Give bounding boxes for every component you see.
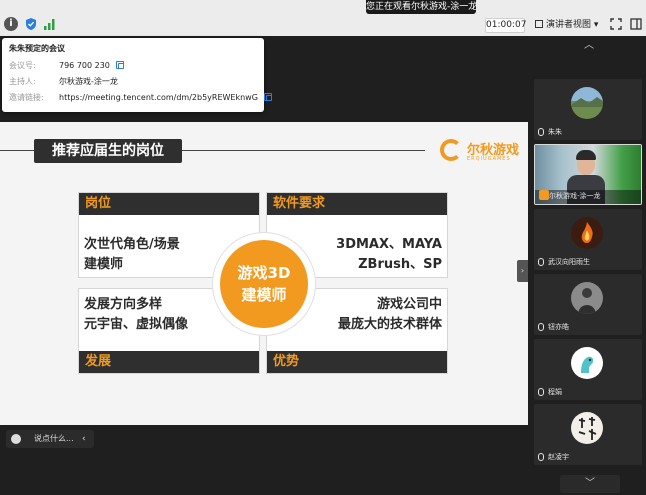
logo-subtitle: ERQIUGAMES: [467, 156, 511, 162]
fullscreen-icon[interactable]: [610, 18, 622, 30]
quadrant-body: 游戏公司中 最庞大的技术群体: [338, 295, 442, 335]
participant-name: 武汉向阳雨生: [548, 258, 590, 266]
avatar: [571, 217, 603, 249]
chevron-down-icon: ▾: [593, 20, 599, 30]
quadrant-header: 优势: [267, 351, 447, 373]
fire-avatar-icon: [571, 217, 603, 249]
panel-collapse-handle[interactable]: ›: [517, 260, 528, 282]
participant-name: 赵凌宇: [548, 453, 569, 461]
meeting-info-popover: 朱朱预定的会议 会议号: 796 700 230 主持人: 尔秋游戏-涂一龙 邀请链…: [2, 38, 272, 112]
participant-name: 程娟: [548, 388, 562, 396]
landscape-avatar-icon: [571, 87, 603, 119]
copy-icon[interactable]: [263, 93, 272, 101]
invite-link-value[interactable]: https://meeting.tencent.com/dm/2b5yREWEk…: [59, 93, 258, 102]
shared-slide: 推荐应届生的岗位 尔秋游戏 ERQIUGAMES 岗位 次世代角色/场景 建模师…: [0, 122, 528, 425]
avatar: [571, 87, 603, 119]
mic-icon: [538, 128, 544, 136]
meeting-id-row: 会议号: 796 700 230: [9, 58, 257, 74]
quadrant-header: 发展: [79, 351, 259, 373]
mic-icon: [538, 323, 544, 331]
meeting-title: 朱朱预定的会议: [9, 44, 65, 53]
top-toolbar: i 您正在观看尔秋游戏-涂一龙的屏幕 01:00:07 演讲者视图 ▾: [0, 0, 646, 36]
logo-mark: [440, 139, 462, 161]
participant-tile[interactable]: 朱朱: [534, 79, 642, 140]
copy-icon[interactable]: [115, 61, 124, 69]
host-label: 主持人:: [9, 77, 36, 86]
slide-title: 推荐应届生的岗位: [34, 139, 182, 163]
quadrant-body: 发展方向多样 元宇宙、虚拟偶像: [84, 295, 188, 335]
view-mode-label: 演讲者视图: [546, 20, 592, 30]
mic-icon: [538, 453, 544, 461]
participant-tile[interactable]: 赵凌宇: [534, 404, 642, 465]
participant-name: 朱朱: [548, 128, 562, 136]
quadrant-line: 建模师: [84, 257, 124, 272]
participant-name: 钮亦皓: [548, 323, 569, 331]
scroll-down-icon[interactable]: ﹀: [560, 475, 620, 493]
quadrant-body: 3DMAX、MAYA ZBrush、SP: [336, 235, 442, 275]
participant-tile[interactable]: 程娟: [534, 339, 642, 400]
quadrant-body: 次世代角色/场景 建模师: [84, 235, 180, 275]
quadrant-line: ZBrush、SP: [358, 257, 442, 272]
photo-avatar-icon: [571, 282, 603, 314]
split-view-icon[interactable]: [630, 18, 642, 30]
center-badge: 游戏3D 建模师: [220, 240, 308, 328]
meeting-id-value: 796 700 230: [59, 61, 110, 70]
invite-link-label: 邀请链接:: [9, 93, 44, 102]
chat-placeholder[interactable]: 说点什么...: [34, 430, 74, 448]
speaker-hair: [576, 150, 596, 160]
emoji-icon[interactable]: [11, 434, 21, 444]
calligraphy-avatar-icon: [571, 412, 603, 444]
quadrant-header: 软件要求: [267, 193, 447, 215]
quadrant-line: 游戏公司中: [376, 297, 442, 312]
quadrant-line: 次世代角色/场景: [84, 237, 180, 252]
participant-tile-active-speaker[interactable]: 尔秋游戏-涂一龙: [534, 144, 642, 205]
host-value: 尔秋游戏-涂一龙: [59, 77, 118, 86]
quadrant-line: 发展方向多样: [84, 297, 163, 312]
avatar: [571, 282, 603, 314]
host-badge-icon: [539, 190, 549, 200]
center-line: 游戏3D: [237, 264, 291, 282]
mic-icon: [538, 388, 544, 396]
speaker-view-button[interactable]: 演讲者视图 ▾: [535, 18, 601, 33]
company-logo: 尔秋游戏 ERQIUGAMES: [440, 136, 520, 166]
avatar: [571, 347, 603, 379]
chat-input-bar[interactable]: 说点什么... ‹: [6, 430, 94, 448]
shield-icon[interactable]: [24, 17, 38, 31]
cartoon-avatar-icon: [571, 347, 603, 379]
network-signal-icon[interactable]: [43, 17, 57, 31]
meeting-id-label: 会议号:: [9, 61, 36, 70]
quadrant-line: 最庞大的技术群体: [337, 317, 442, 332]
participant-tile[interactable]: 钮亦皓: [534, 274, 642, 335]
quadrant-line: 元宇宙、虚拟偶像: [84, 317, 189, 332]
avatar: [571, 412, 603, 444]
invite-link-row: 邀请链接: https://meeting.tencent.com/dm/2b5y…: [9, 90, 272, 106]
participant-name: 尔秋游戏-涂一龙: [549, 192, 601, 200]
screen-share-banner: 您正在观看尔秋游戏-涂一龙的屏幕: [366, 0, 476, 14]
chevron-left-icon[interactable]: ‹: [82, 430, 86, 448]
quadrant-line: 3DMAX、MAYA: [336, 237, 442, 252]
mic-icon: [538, 258, 544, 266]
participant-tile[interactable]: 武汉向阳雨生: [534, 209, 642, 270]
host-row: 主持人: 尔秋游戏-涂一龙: [9, 74, 257, 90]
layout-icon: [535, 20, 543, 28]
meeting-timer: 01:00:07: [485, 18, 526, 33]
scroll-up-icon[interactable]: ︿: [582, 40, 596, 52]
quadrant-header: 岗位: [79, 193, 259, 215]
center-line: 建模师: [241, 286, 287, 304]
info-icon[interactable]: i: [4, 17, 18, 31]
